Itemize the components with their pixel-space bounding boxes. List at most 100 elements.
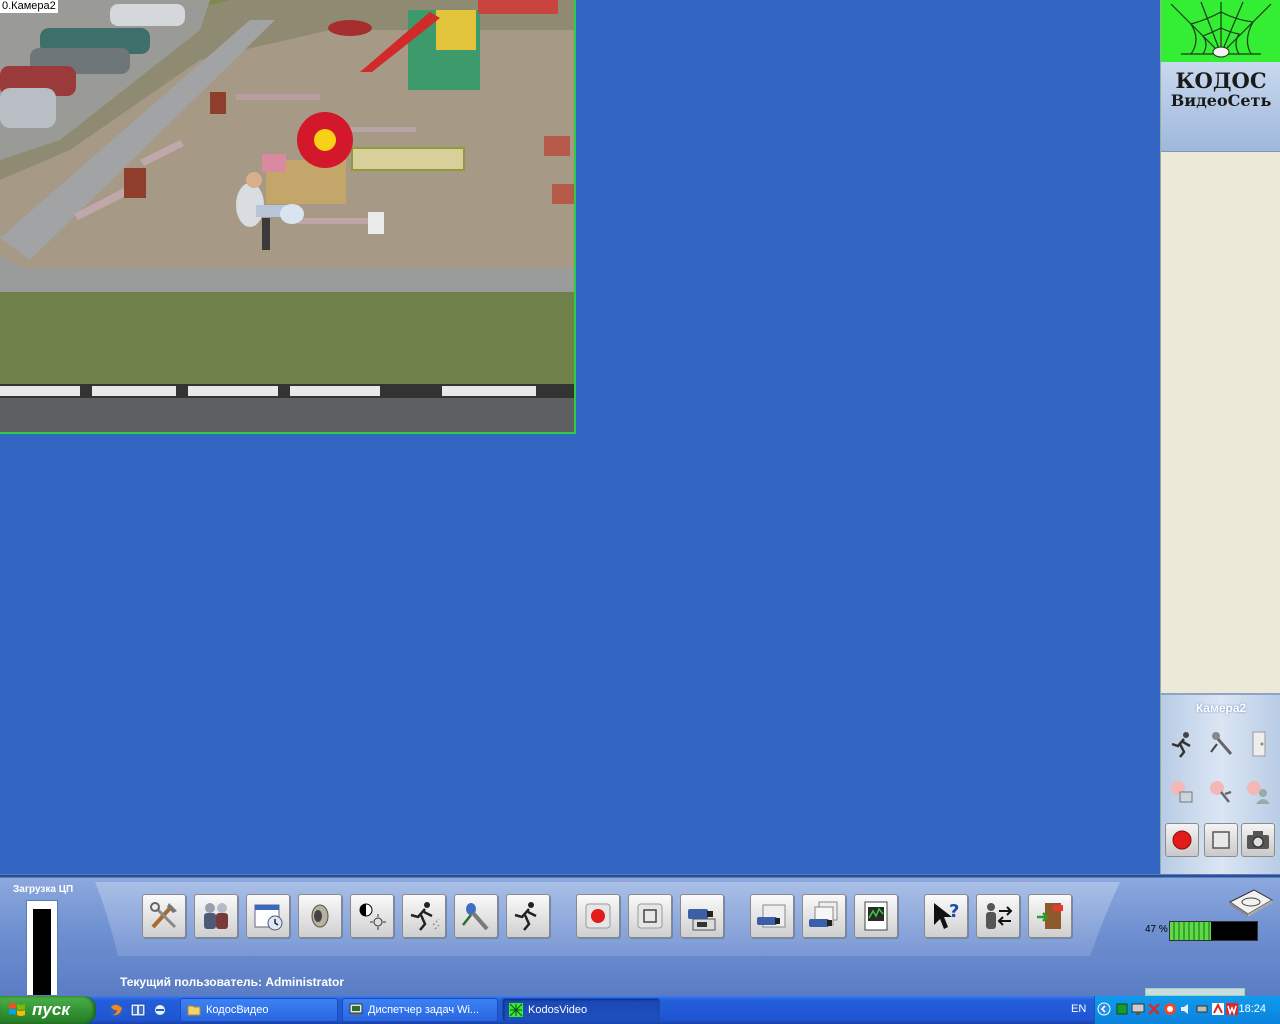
right-side-panel: КОДОС ВидеоСеть Камера2 [1160,0,1280,876]
winamp-tray-icon[interactable] [1225,1002,1239,1016]
multi-camera-button[interactable] [802,894,846,938]
alarm-person-button[interactable] [1204,775,1238,809]
camera-viewport[interactable]: 0.Камера2 [0,0,576,434]
windows-flag-icon [9,1003,25,1016]
task-label: КодосВидео [206,1004,269,1016]
report-button[interactable] [854,894,898,938]
security-tray-icon[interactable] [1147,1002,1161,1016]
usb-tray-icon[interactable] [1195,1002,1209,1016]
camera-control-title: Камера2 [1195,701,1247,715]
archive-camera-icon [688,909,716,931]
alarm-user-icon [1247,781,1270,804]
camera-label: 0.Камера2 [0,0,58,13]
desktop-icon[interactable] [130,1002,146,1018]
logo-title: КОДОС [1175,68,1267,93]
task-label: KodosVideo [528,1004,588,1016]
users-button[interactable] [194,894,238,938]
task-kodos-video[interactable]: KodosVideo [502,998,660,1022]
internet-explorer-icon[interactable] [152,1002,168,1018]
door-sensor-icon [1252,731,1266,757]
date-strip [1145,988,1245,996]
svg-text:?: ? [949,901,959,922]
cpu-load-label: Загрузка ЦП [13,884,74,895]
motion-zone-button[interactable] [402,894,446,938]
app-tray-icon[interactable] [1211,1002,1225,1016]
help-pointer-icon: ? [934,901,959,929]
camera-view-icon [757,904,786,928]
motion-run-button[interactable] [506,894,550,938]
camera-feed-image [0,0,574,432]
volume-tray-icon[interactable] [1179,1002,1193,1016]
motion-run-icon [514,902,537,931]
monitor-tray-icon[interactable] [1131,1002,1145,1016]
task-kodos-folder[interactable]: КодосВидео [180,998,338,1022]
microphone-detector-icon [1210,732,1233,755]
task-task-manager[interactable]: Диспетчер задач Wi... [342,998,498,1022]
audio-detector-button[interactable] [1204,727,1238,761]
stop-icon [1212,831,1230,849]
motion-detector-button[interactable] [1165,727,1199,761]
sound-button[interactable] [298,894,342,938]
door-sensor-button[interactable] [1241,727,1275,761]
motion-zone-icon [410,902,440,931]
exit-icon [1037,903,1063,929]
record-icon [1172,830,1192,850]
help-button[interactable]: ? [924,894,968,938]
disk-usage-percent: 47 % [1145,924,1168,935]
record-all-button[interactable] [576,894,620,938]
language-indicator[interactable]: EN [1071,1003,1086,1015]
antivirus-tray-icon[interactable] [1163,1002,1177,1016]
scheduler-icon [254,904,283,931]
system-tray: 18:24 [1094,996,1280,1024]
disk-icon [1226,888,1274,923]
brightness-contrast-icon [359,903,386,930]
alarm-user-button[interactable] [1241,775,1275,809]
record-icon [585,903,611,929]
settings-button[interactable] [142,894,186,938]
start-button[interactable]: пуск [0,996,96,1024]
settings-tools-icon [150,902,177,929]
start-label: пуск [32,1000,70,1019]
camera-snapshot-button[interactable] [1241,823,1275,857]
network-icon[interactable] [1115,1002,1129,1016]
report-icon [864,901,888,931]
alarm-person-icon [1210,781,1232,803]
switch-user-icon [986,903,1013,929]
firefox-icon[interactable] [108,1002,124,1018]
users-icon [204,903,228,929]
camera-view-button[interactable] [750,894,794,938]
logo-subtitle: ВидеоСеть [1170,91,1272,110]
multi-camera-icon [809,901,838,927]
audio-detector-button[interactable] [454,894,498,938]
task-manager-icon [349,1003,363,1016]
audio-detector-icon [462,903,489,931]
tray-expand-icon[interactable] [1097,1002,1111,1016]
brightness-contrast-button[interactable] [350,894,394,938]
camera-stop-button[interactable] [1204,823,1238,857]
camera-record-button[interactable] [1165,823,1199,857]
cpu-load-bar [33,909,51,995]
windows-taskbar: пуск КодосВидео Диспетчер задач Wi... Ko… [0,996,1280,1024]
alarm-zone-button[interactable] [1165,775,1199,809]
stop-all-button[interactable] [628,894,672,938]
logo-spiderweb [1161,0,1280,62]
camera-control-panel: Камера2 [1161,693,1280,876]
folder-icon [187,1005,201,1016]
stop-icon [637,903,663,929]
motion-detector-icon [1171,732,1191,758]
kodos-app-icon [509,1003,523,1017]
task-label: Диспетчер задач Wi... [368,1004,480,1016]
cpu-load-meter [26,900,58,996]
scheduler-button[interactable] [246,894,290,938]
sound-icon [311,904,329,928]
spiderweb-icon [1170,1,1272,58]
exit-button[interactable] [1028,894,1072,938]
switch-user-button[interactable] [976,894,1020,938]
archive-button[interactable] [680,894,724,938]
snapshot-camera-icon [1247,831,1269,849]
disk-usage-bar [1169,921,1258,941]
current-user-label: Текущий пользователь: Administrator [120,975,345,989]
alarm-zone-icon [1171,781,1193,803]
clock[interactable]: 18:24 [1238,1003,1266,1015]
disk-usage-bar-fill [1170,922,1211,940]
